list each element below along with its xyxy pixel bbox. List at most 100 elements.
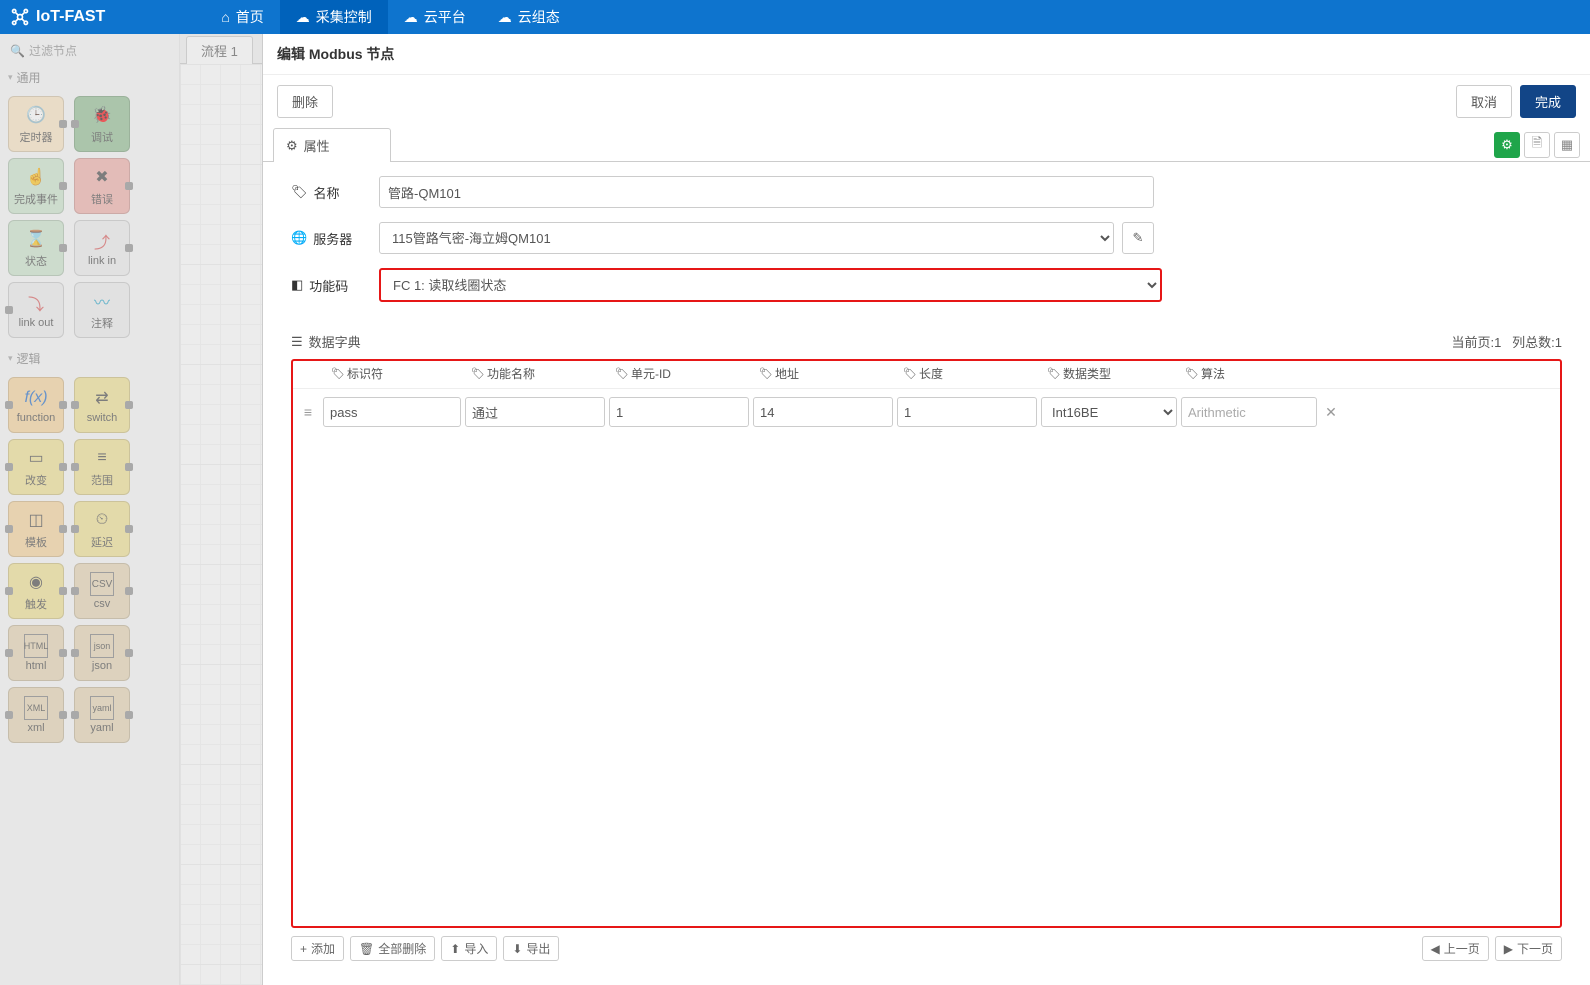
plus-icon: + (300, 942, 307, 956)
node-label: 完成事件 (14, 191, 58, 207)
nav-cloud-label: 云平台 (424, 7, 466, 27)
layout-icon: ▦ (1561, 137, 1573, 153)
tag-icon: 🏷 (759, 367, 773, 380)
error-icon: ✖ (90, 165, 114, 189)
import-label: 导入 (464, 940, 488, 957)
node-csv[interactable]: CSVcsv (74, 563, 130, 619)
done-button[interactable]: 完成 (1520, 85, 1576, 118)
node-error[interactable]: ✖错误 (74, 158, 130, 214)
node-function[interactable]: f(x)function (8, 377, 64, 433)
brand-text: IoT-FAST (36, 8, 105, 26)
prev-label: 上一页 (1444, 940, 1480, 957)
nav-cloudcfg[interactable]: ☁云组态 (482, 0, 576, 34)
row-dt-select[interactable]: Int16BE (1041, 397, 1177, 427)
row-fn-input[interactable] (465, 397, 605, 427)
node-html[interactable]: HTMLhtml (8, 625, 64, 681)
search-icon: 🔍 (10, 44, 25, 58)
function-icon: f(x) (24, 386, 48, 410)
node-xml[interactable]: XMLxml (8, 687, 64, 743)
node-json[interactable]: jsonjson (74, 625, 130, 681)
upload-icon: ⬆ (450, 942, 460, 956)
node-change[interactable]: ▭改变 (8, 439, 64, 495)
palette-category-logic[interactable]: 逻辑 (6, 344, 173, 371)
row-id-input[interactable] (323, 397, 461, 427)
palette-category-common[interactable]: 通用 (6, 63, 173, 90)
chevron-left-icon: ◀ (1431, 942, 1440, 956)
range-icon: ≡ (90, 446, 114, 470)
row-addr-input[interactable] (753, 397, 893, 427)
node-label: link out (19, 317, 54, 329)
drag-handle[interactable]: ≡ (297, 404, 319, 420)
cloud-config-icon: ☁ (498, 9, 512, 26)
edit-server-button[interactable]: ✎ (1122, 222, 1154, 254)
node-range[interactable]: ≡ 范围 (74, 439, 130, 495)
dict-row: ≡ Int16BE ✕ (293, 389, 1560, 435)
delall-label: 全部删除 (378, 940, 426, 957)
tab-properties[interactable]: ⚙ 属性 (273, 128, 391, 162)
col-uid: 单元-ID (631, 365, 671, 382)
label-name: 🏷名称 (291, 183, 379, 202)
delete-button[interactable]: 删除 (277, 85, 333, 118)
label-server: 🌐服务器 (291, 229, 379, 248)
nav-home[interactable]: ⌂首页 (205, 0, 279, 34)
template-icon: ◫ (24, 508, 48, 532)
col-fn: 功能名称 (487, 365, 535, 382)
row-uid-input[interactable] (609, 397, 749, 427)
node-status[interactable]: ⌛状态 (8, 220, 64, 276)
colcount-label: 列总数: (1512, 335, 1555, 350)
node-label: 注释 (91, 315, 113, 331)
row-delete-button[interactable]: ✕ (1321, 404, 1341, 421)
editor-title: 编辑 Modbus 节点 (263, 34, 1590, 75)
bug-icon: 🐞 (90, 103, 114, 127)
export-button[interactable]: ⬇导出 (503, 936, 559, 961)
nav-collect[interactable]: ☁采集控制 (280, 0, 388, 34)
page-info: 当前页:1 列总数:1 (1451, 332, 1562, 351)
server-select[interactable]: 115管路气密-海立姆QM101 (379, 222, 1114, 254)
node-trigger[interactable]: ◉触发 (8, 563, 64, 619)
node-comment[interactable]: 〰注释 (74, 282, 130, 338)
globe-icon: 🌐 (291, 230, 307, 246)
dict-table-container: 🏷标识符 🏷功能名称 🏷单元-ID 🏷地址 🏷长度 🏷数据类型 🏷算法 ≡ In… (291, 359, 1562, 928)
col-len: 长度 (919, 365, 943, 382)
settings-button[interactable]: ⚙ (1494, 132, 1520, 158)
row-alg-input[interactable] (1181, 397, 1317, 427)
node-palette: 🔍 过滤节点 通用 🕒定时器 🐞调试 ☝完成事件 ✖错误 ⌛状态 ⤴link i… (0, 34, 180, 985)
html-icon: HTML (24, 634, 48, 658)
palette-search-placeholder: 过滤节点 (29, 42, 77, 59)
prev-page-button[interactable]: ◀ 上一页 (1422, 936, 1489, 961)
trigger-icon: ◉ (24, 570, 48, 594)
node-switch[interactable]: ⇄switch (74, 377, 130, 433)
dict-header: ☰数据字典 当前页:1 列总数:1 (291, 332, 1562, 351)
node-label: 范围 (91, 472, 113, 488)
node-yaml[interactable]: yamlyaml (74, 687, 130, 743)
node-template[interactable]: ◫模板 (8, 501, 64, 557)
node-debug[interactable]: 🐞调试 (74, 96, 130, 152)
node-linkout[interactable]: ⤵link out (8, 282, 64, 338)
label-name-text: 名称 (314, 183, 340, 202)
layout-button[interactable]: ▦ (1554, 132, 1580, 158)
download-icon: ⬇ (512, 942, 522, 956)
chevron-right-icon: ▶ (1504, 942, 1513, 956)
cancel-button[interactable]: 取消 (1456, 85, 1512, 118)
add-row-button[interactable]: +添加 (291, 936, 344, 961)
json-icon: json (90, 634, 114, 658)
tab-properties-label: 属性 (304, 136, 330, 155)
node-delay[interactable]: ⏲延迟 (74, 501, 130, 557)
name-input[interactable] (379, 176, 1154, 208)
nav-cloud[interactable]: ☁云平台 (388, 0, 482, 34)
hourglass-icon: ⌛ (24, 227, 48, 251)
import-button[interactable]: ⬆ 导入 (441, 936, 497, 961)
palette-search[interactable]: 🔍 过滤节点 (6, 38, 173, 63)
row-len-input[interactable] (897, 397, 1037, 427)
node-linkin[interactable]: ⤴link in (74, 220, 130, 276)
document-icon: 🗎 (1532, 134, 1542, 156)
delay-icon: ⏲ (90, 508, 114, 532)
node-complete[interactable]: ☝完成事件 (8, 158, 64, 214)
next-page-button[interactable]: ▶下一页 (1495, 936, 1562, 961)
funccode-select[interactable]: FC 1: 读取线圈状态 (381, 270, 1160, 300)
top-nav: ⌂首页 ☁采集控制 ☁云平台 ☁云组态 (205, 0, 575, 34)
trash-icon: 🗑 (359, 942, 374, 956)
delete-all-button[interactable]: 🗑 全部删除 (350, 936, 435, 961)
doc-button[interactable]: 🗎 (1524, 132, 1550, 158)
node-timer[interactable]: 🕒定时器 (8, 96, 64, 152)
